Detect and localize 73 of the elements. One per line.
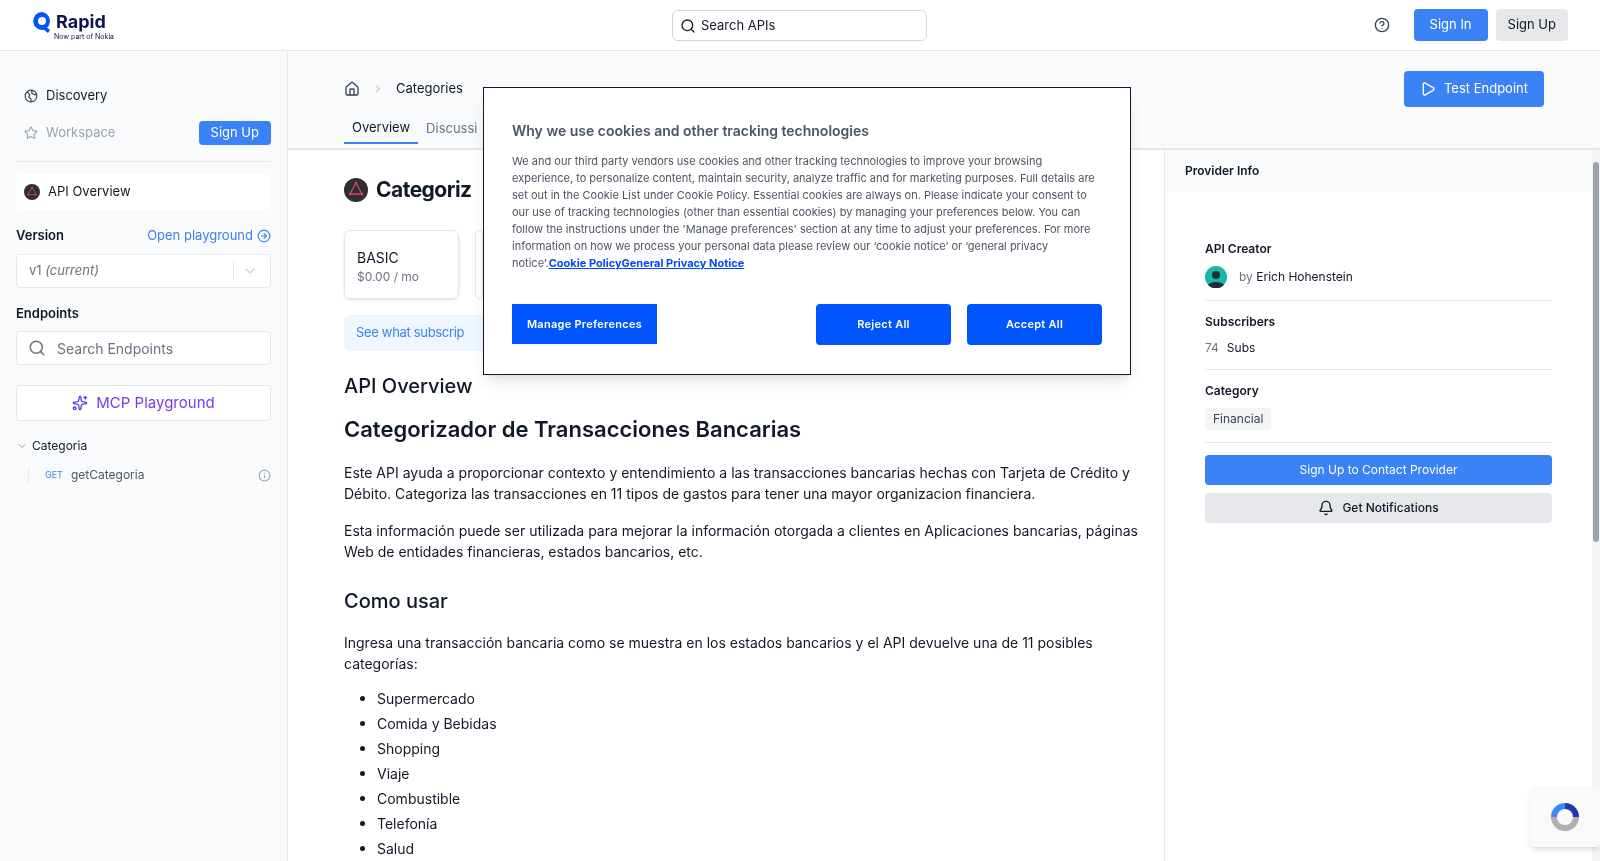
section-label: Endpoints xyxy=(16,303,80,323)
tab[interactable]: Overview xyxy=(344,113,419,144)
paragraph: Esta información puede ser utilizada para mejorar la información otorgada a clientes en Aplicaciones bancarias, páginas Web de entidades financieras, estados bancarios, etc. xyxy=(344,520,1139,562)
panel-title: Provider Info xyxy=(1185,162,1260,180)
bullet-icon xyxy=(360,795,365,801)
list-item: Shopping xyxy=(377,738,441,759)
list-item: Combustible xyxy=(377,788,461,809)
endpoint-item[interactable]: getCategoria xyxy=(70,466,145,484)
api-overview-item[interactable]: API Overview xyxy=(16,174,271,210)
bell-icon xyxy=(1318,500,1335,516)
field-label: API Creator xyxy=(1205,240,1273,258)
endpoint-search-field[interactable]: Search Endpoints xyxy=(16,331,271,365)
paragraph: Este API ayuda a proporcionar contexto y entendimiento a las transacciones bancarias hechas con Tarjeta de Crédito y Débito. Categoriza las transacciones en 11 tipos de gastos para tener una mayor organizacion financiera. xyxy=(344,462,1131,504)
sparkles-icon xyxy=(72,395,89,411)
field-label: Subscribers xyxy=(1205,313,1277,331)
list-item: Telefonía xyxy=(377,813,438,834)
sidebar-item[interactable]: Discovery xyxy=(16,83,271,109)
endpoint-group[interactable]: Categoria xyxy=(16,437,271,455)
accept-all-button[interactable]: Accept All xyxy=(967,304,1102,345)
sign-up-button[interactable]: Sign Up xyxy=(198,121,271,145)
section-heading: Categorizador de Transacciones Bancarias xyxy=(344,414,803,444)
reject-all-button[interactable]: Reject All xyxy=(816,304,951,345)
plan-card[interactable]: BASIC $0.00 / mo xyxy=(344,229,459,299)
list-item: Viaje xyxy=(377,763,410,784)
category-tag[interactable]: Financial xyxy=(1205,408,1272,430)
field-label: Category xyxy=(1205,382,1260,400)
paragraph: Ingresa una transacción bancaria como se muestra en los estados bancarios y el API devuelve una de 11 posibles categorías: xyxy=(344,632,1094,674)
home-icon[interactable] xyxy=(344,81,360,97)
breadcrumb-link[interactable]: Categories xyxy=(396,79,463,99)
notifications-button[interactable]: Get Notifications xyxy=(1205,493,1552,523)
star-icon xyxy=(24,126,38,140)
method-label: GET xyxy=(45,468,63,482)
bullet-icon xyxy=(360,720,365,726)
section-label: Version xyxy=(16,226,64,245)
manage-preferences-button[interactable]: Manage Preferences xyxy=(512,304,657,344)
section-heading: Como usar xyxy=(344,587,449,615)
list-item: Supermercado xyxy=(377,688,475,709)
subscriber-unit: Subs xyxy=(1226,339,1256,357)
bullet-icon xyxy=(360,695,365,701)
tab[interactable]: Discussi xyxy=(418,113,486,144)
section-heading: API Overview xyxy=(344,372,474,400)
recaptcha-badge[interactable] xyxy=(1530,787,1600,847)
creator-name[interactable]: by Erich Hohenstein xyxy=(1239,268,1353,286)
search-icon xyxy=(28,339,46,357)
logo-text: Rapid xyxy=(56,12,106,31)
bullet-icon xyxy=(360,770,365,776)
scrollbar[interactable] xyxy=(1593,162,1599,542)
cookie-policy-link[interactable]: Cookie PolicyGeneral Privacy Notice xyxy=(548,256,745,270)
test-endpoint-button[interactable]: Test Endpoint xyxy=(1403,71,1544,107)
list-item: Salud xyxy=(377,838,415,859)
version-select[interactable]: v1 (current) xyxy=(16,253,271,288)
sign-in-button[interactable]: Sign In xyxy=(1413,9,1488,41)
dialog-title: Why we use cookies and other tracking technologies xyxy=(512,121,870,141)
search-field[interactable]: Search APIs xyxy=(672,9,927,41)
bullet-icon xyxy=(360,820,365,826)
avatar-icon xyxy=(1205,266,1227,288)
bullet-icon xyxy=(360,745,365,751)
bullet-icon xyxy=(360,845,365,851)
arrow-circle-icon xyxy=(257,228,271,243)
contact-provider-button[interactable]: Sign Up to Contact Provider xyxy=(1205,455,1552,485)
globe-icon xyxy=(24,89,38,103)
logo-icon xyxy=(32,10,52,33)
mcp-playground-button[interactable]: MCP Playground xyxy=(16,385,271,421)
subscriber-count: 74 xyxy=(1205,339,1219,357)
api-title: Categoriz xyxy=(376,176,472,204)
help-icon[interactable] xyxy=(1373,17,1390,33)
search-icon xyxy=(680,17,696,34)
list-item: Comida y Bebidas xyxy=(377,713,497,734)
api-logo-icon xyxy=(344,177,368,202)
sign-up-button[interactable]: Sign Up xyxy=(1495,9,1568,41)
api-logo-icon xyxy=(24,184,40,200)
cookie-text: We and our third party vendors use cookies and other tracking technologies to improve your browsing experience, to personalize content, maintain security, analyze traffic and for marketing purposes. Full details are set out in the Cookie List under Cookie Policy. Essential cookies are always on. Please indicate your consent to our use of tracking technologies (other than essential cookies) by managing your preferences below. You can follow the instructions under the 'Manage preferences' section at any time to adjust your preferences. For more information on how we process your personal data please review our ‘cookie notice’ or ‘general privacy notice’.Cookie PolicyGeneral Privacy Notice xyxy=(512,153,1096,272)
open-playground-link[interactable]: Open playground xyxy=(147,226,271,246)
